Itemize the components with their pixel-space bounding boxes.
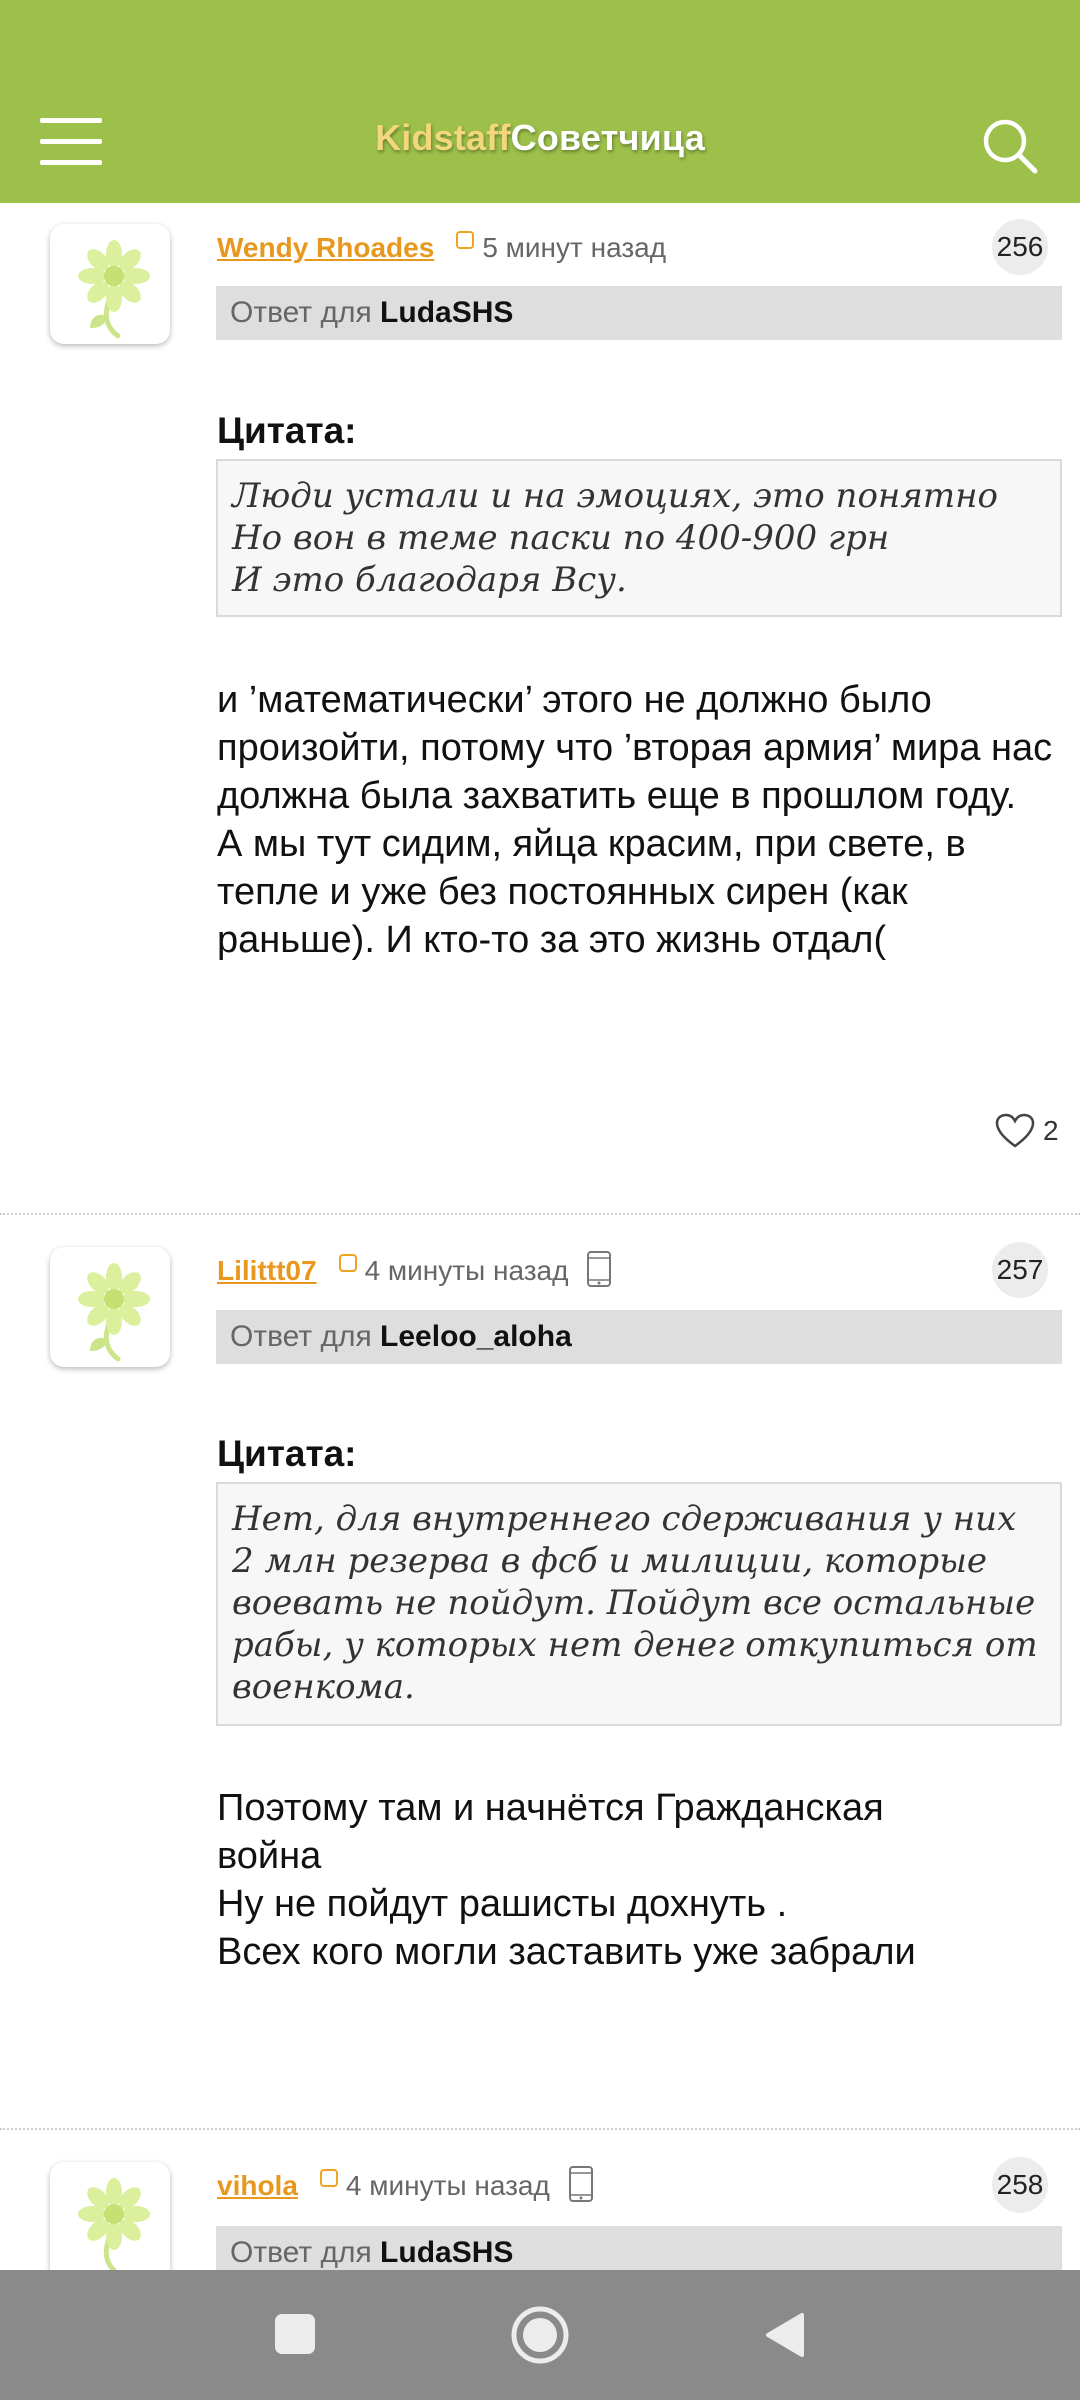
avatar[interactable] bbox=[50, 224, 170, 344]
like-count: 2 bbox=[1043, 1115, 1059, 1146]
post-number[interactable]: 258 bbox=[992, 2157, 1048, 2213]
post-body: и ’математически’ этого не должно было п… bbox=[217, 679, 1053, 961]
reply-prefix: Ответ для bbox=[230, 296, 372, 329]
reply-to-bar: Ответ для LudaSHS bbox=[216, 286, 1062, 340]
author-link[interactable]: Wendy Rhoades bbox=[217, 232, 434, 264]
post-meta: Wendy Rhoades 5 минут назад bbox=[217, 228, 666, 268]
post-divider bbox=[0, 1213, 1080, 1215]
brand-part2: Советчица bbox=[510, 117, 705, 158]
flower-icon bbox=[78, 1263, 150, 1362]
body-line: Поэтому там и начнётся Гражданская bbox=[217, 1787, 884, 1829]
quote-box: Люди устали и на эмоциях, это понятно Но… bbox=[216, 459, 1062, 617]
post-time: 4 минуты назад bbox=[364, 1255, 569, 1286]
heart-icon bbox=[995, 1113, 1035, 1148]
quote-box: Нет, для внутреннего сдерживания у них 2… bbox=[216, 1482, 1062, 1726]
site-logo[interactable]: KidstaffСоветчица bbox=[0, 117, 1080, 159]
quote-line: Люди устали и на эмоциях, это понятно bbox=[232, 476, 998, 516]
post-meta: vihola 4 минуты назад bbox=[217, 2165, 594, 2208]
quote-line: И это благодаря Всу. bbox=[232, 560, 627, 600]
reply-to-bar: Ответ для Leeloo_aloha bbox=[216, 1310, 1062, 1364]
like-button[interactable]: 2 bbox=[995, 1113, 1059, 1149]
flower-icon bbox=[78, 240, 150, 339]
reply-to-user[interactable]: LudaSHS bbox=[380, 2236, 513, 2269]
author-link[interactable]: Lilittt07 bbox=[217, 1255, 317, 1287]
post-body: Поэтому там и начнётся Гражданская война… bbox=[217, 1784, 1067, 1976]
body-line: война bbox=[217, 1835, 322, 1877]
post-number[interactable]: 257 bbox=[992, 1242, 1048, 1298]
author-link[interactable]: vihola bbox=[217, 2170, 298, 2202]
reply-to-user[interactable]: Leeloo_aloha bbox=[380, 1320, 572, 1353]
square-icon[interactable] bbox=[273, 2312, 317, 2361]
post-divider bbox=[0, 2128, 1080, 2130]
top-bar: KidstaffСоветчица bbox=[0, 0, 1080, 203]
phone-icon bbox=[568, 2165, 594, 2208]
reply-to-user[interactable]: LudaSHS bbox=[380, 296, 513, 329]
phone-icon bbox=[586, 1250, 612, 1293]
quote-label: Цитата: bbox=[217, 410, 357, 451]
reply-prefix: Ответ для bbox=[230, 2236, 372, 2269]
avatar[interactable] bbox=[50, 2162, 170, 2282]
status-icon bbox=[338, 1254, 357, 1272]
flower-icon bbox=[78, 2178, 150, 2277]
status-icon bbox=[456, 231, 475, 249]
post-number[interactable]: 256 bbox=[992, 219, 1048, 275]
quote-label: Цитата: bbox=[217, 1433, 357, 1474]
circle-icon[interactable] bbox=[510, 2305, 570, 2370]
body-line: Всех кого могли заставить уже забрали bbox=[217, 1931, 916, 1973]
post-time: 5 минут назад bbox=[482, 232, 667, 263]
avatar[interactable] bbox=[50, 1247, 170, 1367]
quote-line: Но вон в теме паски по 400-900 грн bbox=[232, 518, 890, 558]
body-line: Ну не пойдут рашисты дохнуть . bbox=[217, 1883, 788, 1925]
search-icon[interactable] bbox=[980, 116, 1040, 176]
post-meta: Lilittt07 4 минуты назад bbox=[217, 1250, 612, 1293]
triangle-back-icon[interactable] bbox=[762, 2311, 806, 2364]
reply-prefix: Ответ для bbox=[230, 1320, 372, 1353]
post-time: 4 минуты назад bbox=[345, 2170, 550, 2201]
system-nav-bar bbox=[0, 2270, 1080, 2400]
brand-part1: Kidstaff bbox=[375, 117, 511, 158]
status-icon bbox=[319, 2169, 338, 2187]
